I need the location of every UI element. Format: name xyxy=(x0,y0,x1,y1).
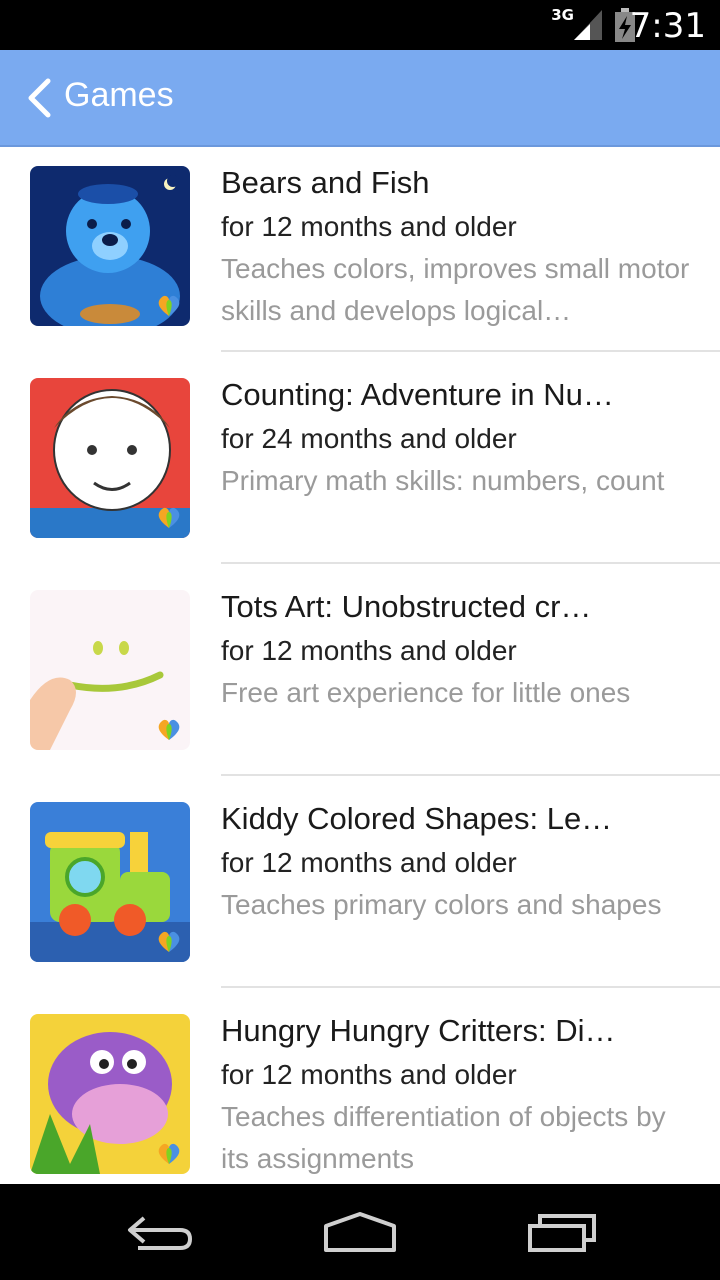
game-title: Counting: Adventure in Nu… xyxy=(221,377,614,412)
bears-and-fish-thumbnail xyxy=(30,166,190,326)
game-age: for 12 months and older xyxy=(221,847,517,878)
list-item[interactable]: Kiddy Colored Shapes: Le… for 12 months … xyxy=(0,783,720,995)
recent-apps-icon[interactable] xyxy=(526,1210,598,1254)
app-badge-icon xyxy=(158,719,180,740)
game-title: Hungry Hungry Critters: Di… xyxy=(221,1013,616,1048)
divider xyxy=(221,562,720,564)
list-item[interactable]: Hungry Hungry Critters: Di… for 12 month… xyxy=(0,995,720,1184)
games-list[interactable]: Bears and Fish for 12 months and older T… xyxy=(0,147,720,1184)
game-age: for 24 months and older xyxy=(221,423,517,454)
kiddy-shapes-thumbnail xyxy=(30,802,190,962)
clock: 7:31 xyxy=(629,6,706,46)
game-description: Teaches colors, improves small motor ski… xyxy=(221,253,690,326)
divider xyxy=(221,986,720,988)
app-badge-icon xyxy=(158,931,180,952)
navigation-bar xyxy=(0,1184,720,1280)
game-description: Teaches primary colors and shapes xyxy=(221,889,662,920)
counting-thumbnail xyxy=(30,378,190,538)
back-arrow-icon[interactable] xyxy=(124,1210,196,1254)
list-item[interactable]: Tots Art: Unobstructed cr… for 12 months… xyxy=(0,571,720,783)
app-badge-icon xyxy=(158,507,180,528)
divider xyxy=(221,774,720,776)
game-title: Tots Art: Unobstructed cr… xyxy=(221,589,592,624)
game-age: for 12 months and older xyxy=(221,1059,517,1090)
app-badge-icon xyxy=(158,295,180,316)
tots-art-thumbnail xyxy=(30,590,190,750)
hungry-critters-thumbnail xyxy=(30,1014,190,1174)
home-icon[interactable] xyxy=(322,1210,398,1254)
game-age: for 12 months and older xyxy=(221,211,517,242)
divider xyxy=(221,350,720,352)
list-item[interactable]: Bears and Fish for 12 months and older T… xyxy=(0,147,720,359)
action-bar: Games xyxy=(0,50,720,147)
list-item[interactable]: Counting: Adventure in Nu… for 24 months… xyxy=(0,359,720,571)
chevron-left-icon[interactable] xyxy=(26,78,52,118)
signal-icon xyxy=(574,10,602,40)
game-age: for 12 months and older xyxy=(221,635,517,666)
page-title[interactable]: Games xyxy=(64,76,174,115)
game-title: Kiddy Colored Shapes: Le… xyxy=(221,801,613,836)
app-badge-icon xyxy=(158,1143,180,1164)
network-type: 3G xyxy=(551,6,574,24)
status-bar: 3G 7:31 xyxy=(0,0,720,50)
game-description: Teaches differentiation of objects by it… xyxy=(221,1101,666,1174)
game-description: Free art experience for little ones xyxy=(221,677,631,708)
game-description: Primary math skills: numbers, count xyxy=(221,465,665,496)
game-title: Bears and Fish xyxy=(221,165,430,200)
